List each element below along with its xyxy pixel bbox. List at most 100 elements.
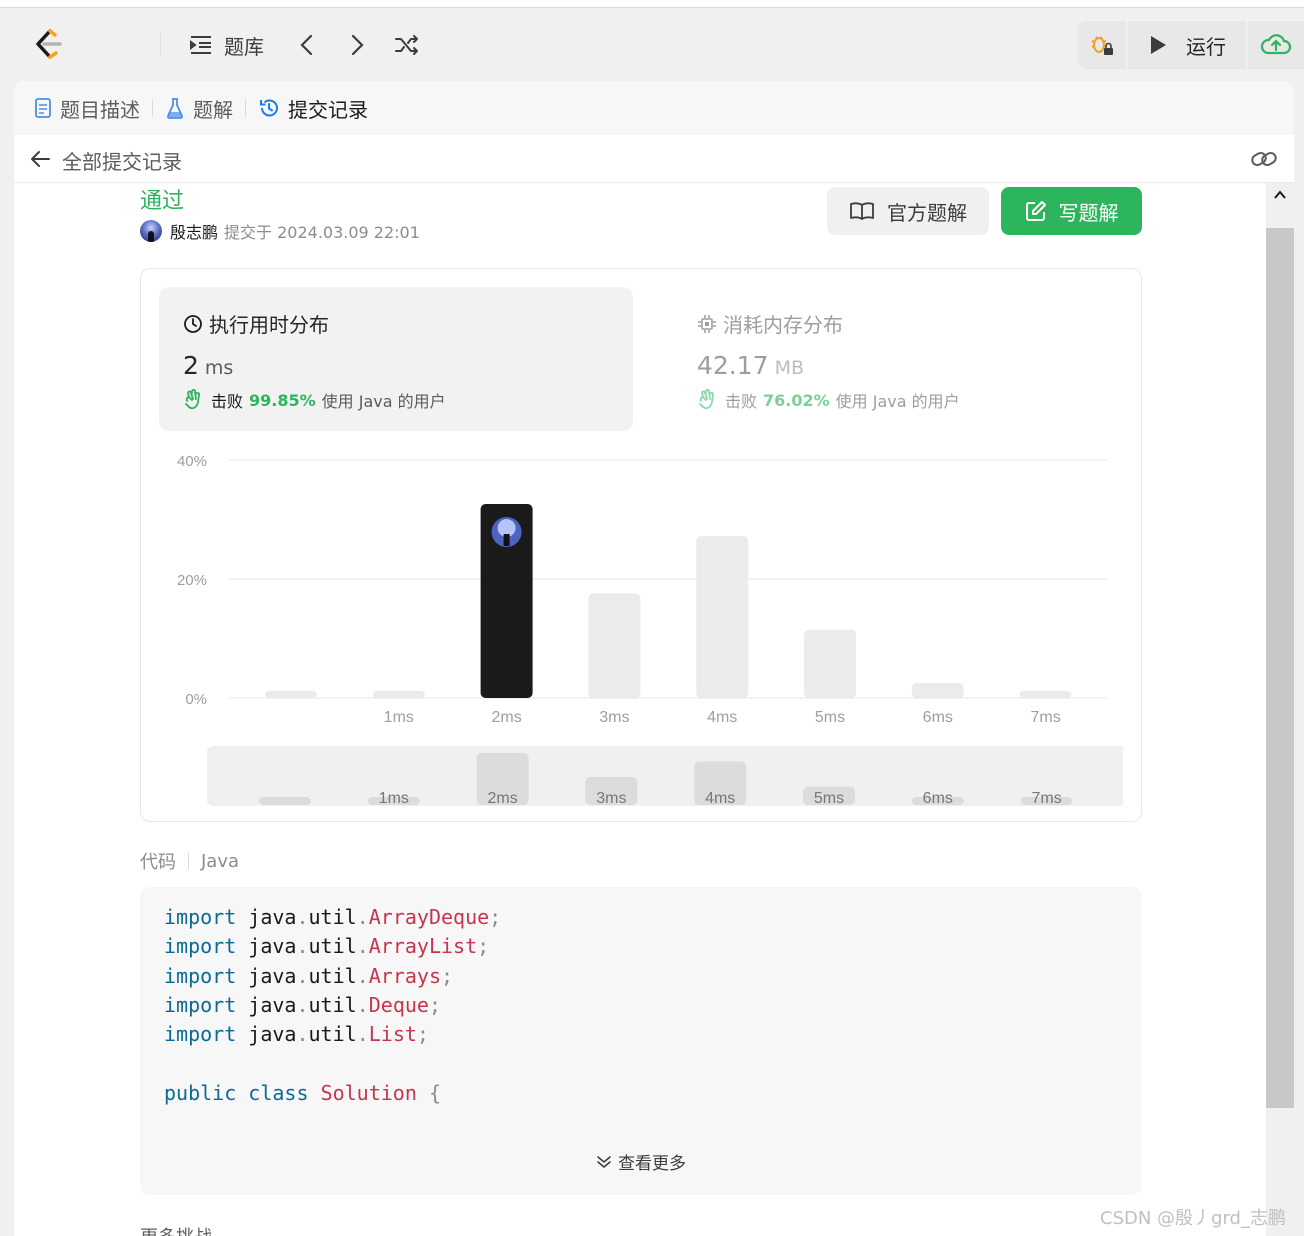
all-submissions-title[interactable]: 全部提交记录 <box>62 146 182 175</box>
status-accepted: 通过 <box>140 189 185 214</box>
memory-beat-text: 使用 Java 的用户 <box>835 392 960 411</box>
code-header-divider <box>188 853 189 869</box>
code-language: Java <box>201 850 240 872</box>
x-tick-label: 5ms <box>815 709 845 726</box>
code-token: import <box>164 905 237 929</box>
edit-icon <box>1025 201 1046 221</box>
code-token: util <box>308 1022 357 1047</box>
memory-beat-percent: 76.02% <box>763 390 830 410</box>
chart-brush-track <box>207 746 1123 806</box>
write-solution-button[interactable]: 写题解 <box>1001 187 1142 235</box>
bar <box>372 690 425 698</box>
code-token: util <box>308 934 357 959</box>
memory-beat-row: 击败 76.02% 使用 Java 的用户 <box>697 388 960 412</box>
brush-label: 5ms <box>814 790 844 807</box>
next-problem-button[interactable] <box>348 27 366 63</box>
code-token: util <box>308 992 357 1017</box>
code-token: . <box>356 934 369 959</box>
bug-lock-icon <box>1091 36 1113 55</box>
official-solution-label: 官方题解 <box>887 200 967 225</box>
x-tick-label: 7ms <box>1030 709 1060 726</box>
code-content: import java.util.ArrayDeque; import java.… <box>164 903 501 1108</box>
double-chevron-down-icon <box>597 1155 611 1168</box>
x-tick-label: 3ms <box>599 709 629 726</box>
runtime-unit: ms <box>204 357 234 379</box>
flask-icon <box>167 98 183 119</box>
code-line: import java.util.Arrays; <box>164 962 501 991</box>
panel-tabs: 题目描述 题解 提交记录 <box>14 81 1294 135</box>
runtime-value-row: 2 ms <box>183 351 233 380</box>
code-token: . <box>296 992 309 1017</box>
memory-title: 消耗内存分布 <box>697 309 843 338</box>
code-line: import java.util.Deque; <box>164 991 501 1020</box>
history-icon <box>260 99 278 117</box>
leetcode-logo[interactable] <box>30 27 66 63</box>
x-tick-label: 6ms <box>923 709 953 726</box>
more-challenges-title: 更多挑战 <box>140 1223 212 1236</box>
csdn-watermark: CSDN @殷丿grd_志鹏 <box>1100 1208 1286 1229</box>
bar-avatar-figure <box>503 534 510 547</box>
memory-unit: MB <box>774 357 805 379</box>
debug-button[interactable] <box>1078 21 1126 69</box>
official-solution-button[interactable]: 官方题解 <box>827 187 989 235</box>
code-token: . <box>296 963 309 988</box>
cloud-upload-icon <box>1260 34 1292 55</box>
chip-icon <box>698 314 716 333</box>
code-token: ; <box>440 963 454 988</box>
code-token: util <box>308 905 357 929</box>
memory-beat-word: 击败 <box>725 392 758 411</box>
previous-problem-button[interactable] <box>298 27 316 63</box>
runtime-title-text: 执行用时分布 <box>209 313 329 337</box>
left-panel: 题目描述 题解 提交记录 全部提交记录 通过 殷志鹏 提交于 2024.03.0… <box>14 81 1294 1236</box>
scroll-up-icon[interactable] <box>1274 189 1286 201</box>
code-token: ArrayDeque <box>368 905 490 929</box>
memory-value: 42.17 <box>697 351 769 380</box>
runtime-beat-row: 击败 99.85% 使用 Java 的用户 <box>183 388 446 412</box>
avatar[interactable] <box>140 220 162 242</box>
code-label: 代码 <box>140 852 176 873</box>
code-token: Deque <box>368 992 429 1017</box>
code-block[interactable]: import java.util.ArrayDeque; import java.… <box>140 887 1142 1195</box>
problem-list-button[interactable]: 题库 <box>190 27 264 63</box>
document-icon <box>35 98 51 118</box>
scroll-thumb[interactable] <box>1266 228 1294 1108</box>
code-token: . <box>356 1022 369 1047</box>
code-token: java <box>236 1022 297 1047</box>
brush-label: 3ms <box>596 790 626 807</box>
runtime-beat-word: 击败 <box>211 392 244 411</box>
code-token: . <box>296 1022 309 1047</box>
arrow-left-icon[interactable] <box>28 147 52 171</box>
code-token: Solution <box>320 1080 417 1105</box>
code-header: 代码 Java <box>140 848 239 874</box>
random-problem-button[interactable] <box>394 27 420 63</box>
clock-icon <box>184 314 202 333</box>
submission-time: 提交于 2024.03.09 22:01 <box>224 223 420 242</box>
link-icon[interactable] <box>1250 147 1278 171</box>
brush-label: 6ms <box>923 790 953 807</box>
code-token: import <box>164 992 237 1017</box>
code-token: import <box>164 963 237 988</box>
divider <box>160 31 161 57</box>
run-button[interactable]: 运行 <box>1128 21 1246 69</box>
scrollbar[interactable] <box>1266 183 1294 1236</box>
x-tick-label: 1ms <box>384 709 414 726</box>
tab-submissions[interactable]: 提交记录 <box>258 94 368 123</box>
tab-solutions-label: 题解 <box>193 97 233 122</box>
runtime-title: 执行用时分布 <box>183 309 329 338</box>
show-more-button[interactable]: 查看更多 <box>140 1149 1142 1174</box>
runtime-stat[interactable]: 执行用时分布 2 ms 击败 99.85% 使用 Java 的用户 <box>159 287 633 431</box>
memory-stat[interactable]: 消耗内存分布 42.17 MB 击败 76.02% 使用 Java 的用户 <box>673 287 1123 431</box>
tab-description[interactable]: 题目描述 <box>34 94 140 123</box>
play-icon <box>1151 36 1166 54</box>
write-solution-label: 写题解 <box>1058 200 1119 225</box>
code-token: ; <box>489 905 502 929</box>
author-name[interactable]: 殷志鹏 <box>170 219 218 243</box>
runtime-distribution-chart[interactable]: 40% 20% 0% 1ms 2ms 3ms 4ms 5ms 6ms 7ms 1ms 2ms 3ms 4m… <box>159 444 1123 814</box>
tab-solutions[interactable]: 题解 <box>165 94 233 123</box>
brush-label: 1ms <box>379 790 409 807</box>
memory-value-row: 42.17 MB <box>697 351 804 380</box>
submit-button[interactable] <box>1248 21 1304 69</box>
code-token: . <box>296 905 309 929</box>
